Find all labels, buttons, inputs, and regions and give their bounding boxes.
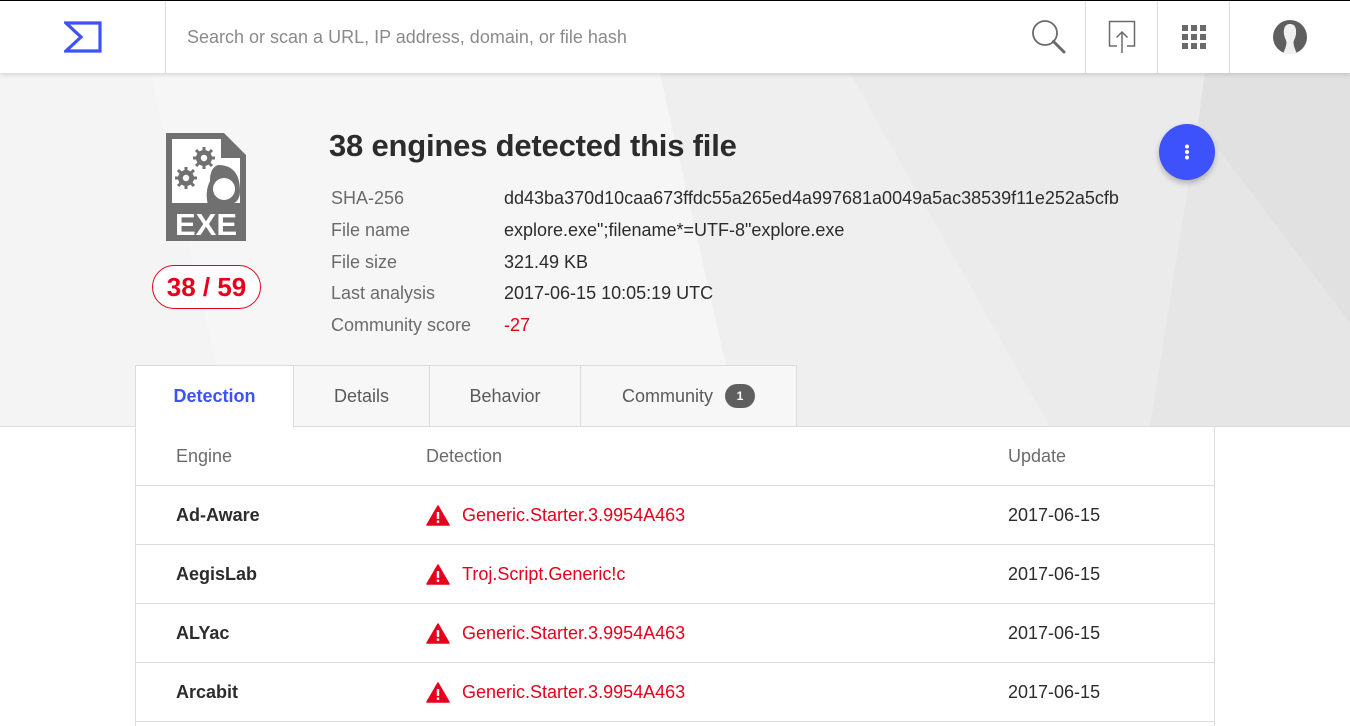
upload-icon [1108, 20, 1135, 53]
tab-community[interactable]: Community 1 [581, 365, 797, 427]
detail-label: File size [331, 251, 398, 272]
detection-name: Generic.Starter.3.9954A463 [462, 681, 686, 702]
user-avatar-icon [1273, 20, 1307, 54]
table-row: AegisLab Troj.Script.Generic!c 2017-06-1… [136, 545, 1214, 604]
page-title: 38 engines detected this file [329, 128, 737, 163]
engine-name: AegisLab [176, 563, 258, 584]
virustotal-logo-icon [63, 21, 102, 53]
tab-label: Behavior [469, 385, 541, 406]
exe-file-icon: EXE [166, 133, 246, 246]
detection-name: Generic.Starter.3.9954A463 [462, 622, 686, 643]
table-row: ALYac Generic.Starter.3.9954A463 2017-06… [136, 604, 1214, 663]
warning-icon [426, 681, 450, 703]
search-button[interactable] [1013, 1, 1085, 73]
detection-ratio: 38 / 59 [166, 271, 247, 302]
search-input[interactable] [187, 26, 1013, 48]
warning-icon [426, 622, 450, 644]
detection-name: Troj.Script.Generic!c [462, 563, 626, 584]
table-row: Arcabit Generic.Starter.3.9954A463 2017-… [136, 663, 1214, 722]
last-analysis-value: 2017-06-15 10:05:19 UTC [504, 283, 714, 304]
search-icon [1032, 20, 1066, 54]
tab-details[interactable]: Details [294, 365, 430, 427]
update-date: 2017-06-15 [1008, 622, 1101, 643]
more-vertical-icon [1185, 144, 1189, 160]
tab-label: Details [333, 385, 390, 406]
apps-button[interactable] [1157, 1, 1229, 73]
update-date: 2017-06-15 [1008, 681, 1101, 702]
engine-name: ALYac [176, 622, 230, 643]
detail-label: Last analysis [331, 283, 436, 304]
detail-row-last-analysis: Last analysis 2017-06-15 10:05:19 UTC [331, 278, 1119, 310]
user-menu-button[interactable] [1229, 1, 1350, 73]
upload-button[interactable] [1085, 1, 1157, 73]
engine-name: Arcabit [176, 681, 239, 702]
detail-row-file-name: File name explore.exe";filename*=UTF-8"e… [331, 215, 1119, 247]
table-row: Ad-Aware Generic.Starter.3.9954A463 2017… [136, 486, 1214, 545]
warning-icon [426, 504, 450, 526]
engine-name: Ad-Aware [176, 504, 260, 525]
tab-label: Community [621, 385, 714, 406]
file-name-value: explore.exe";filename*=UTF-8"explore.exe [504, 220, 845, 241]
table-header: Engine Detection Update [136, 427, 1214, 486]
detail-label: File name [331, 220, 411, 241]
more-actions-button[interactable] [1159, 124, 1215, 180]
detail-label: SHA-256 [331, 188, 405, 209]
detail-row-sha256: SHA-256 dd43ba370d10caa673ffdc55a265ed4a… [331, 183, 1119, 215]
column-header-detection: Detection [426, 445, 503, 466]
tab-behavior[interactable]: Behavior [430, 365, 581, 427]
file-type-label: EXE [175, 207, 237, 241]
file-details: SHA-256 dd43ba370d10caa673ffdc55a265ed4a… [331, 183, 1119, 341]
file-size-value: 321.49 KB [504, 251, 589, 272]
sha256-value[interactable]: dd43ba370d10caa673ffdc55a265ed4a997681a0… [504, 188, 1119, 209]
detail-row-community-score: Community score -27 [331, 310, 1119, 342]
top-bar [0, 0, 1350, 73]
detection-ratio-badge: 38 / 59 [152, 265, 261, 309]
detection-table: Engine Detection Update Ad-Aware Generic… [135, 427, 1215, 726]
search-container [166, 1, 1013, 73]
column-header-engine: Engine [176, 445, 233, 466]
tab-bar: Detection Details Behavior Community 1 [135, 365, 797, 428]
apps-grid-icon [1181, 25, 1206, 49]
community-score-value: -27 [504, 315, 531, 336]
tab-detection[interactable]: Detection [135, 365, 294, 428]
tab-label: Detection [173, 386, 256, 406]
update-date: 2017-06-15 [1008, 504, 1101, 525]
detail-row-file-size: File size 321.49 KB [331, 246, 1119, 278]
warning-icon [426, 563, 450, 585]
community-count-badge: 1 [725, 384, 756, 408]
logo[interactable] [0, 1, 166, 73]
column-header-update: Update [1008, 445, 1067, 466]
update-date: 2017-06-15 [1008, 563, 1101, 584]
detail-label: Community score [331, 315, 472, 336]
detection-name: Generic.Starter.3.9954A463 [462, 504, 686, 525]
